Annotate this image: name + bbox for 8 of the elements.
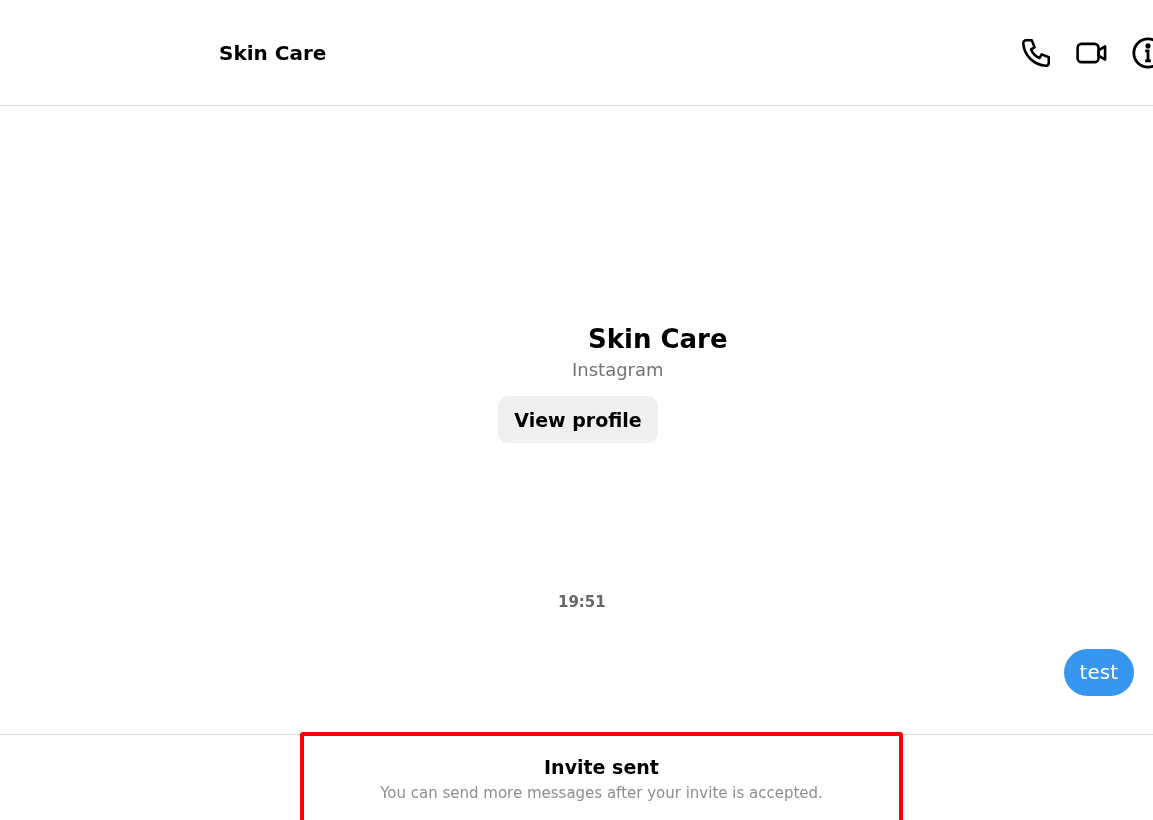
chat-title: Skin Care [219,40,327,65]
view-profile-button[interactable]: View profile [498,396,658,443]
notice-text: You can send more messages after your invite is accepted. [380,784,823,802]
message-bubble: test [1063,649,1134,696]
profile-source: Instagram [572,359,664,380]
notice-title: Invite sent [544,756,659,778]
message-timestamp: 19:51 [558,593,606,611]
profile-name: Skin Care [588,323,728,355]
